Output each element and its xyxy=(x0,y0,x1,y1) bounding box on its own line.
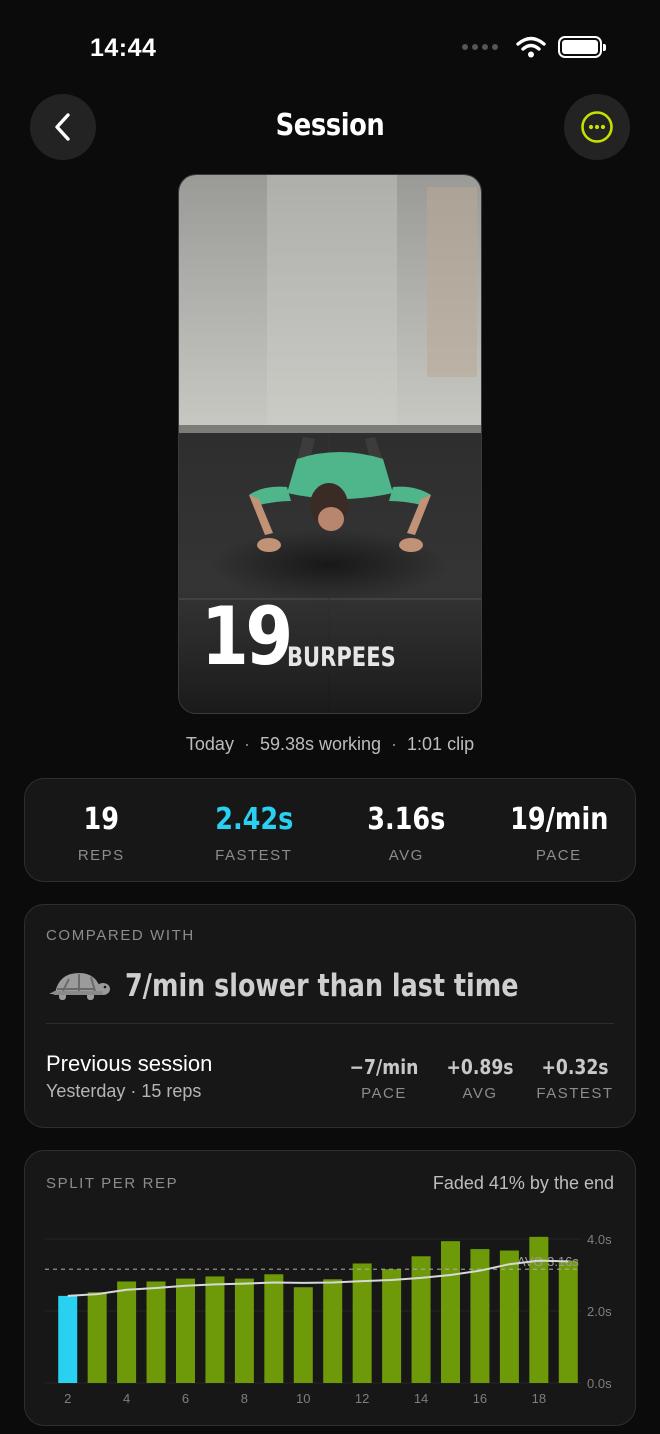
rep-bar xyxy=(117,1281,137,1383)
stat-label: AVG xyxy=(388,847,424,864)
compare-headline: 7/min slower than last time xyxy=(49,967,605,1005)
delta-label: FASTEST xyxy=(536,1085,614,1102)
delta-fastest: +0.32s FASTEST xyxy=(525,1055,625,1102)
delta-value: +0.89s xyxy=(446,1055,514,1079)
stat-value: 19/min xyxy=(509,802,608,837)
cellular-signal-icon xyxy=(462,44,498,50)
previous-session-title: Previous session xyxy=(46,1051,213,1076)
status-bar: 14:44 xyxy=(0,0,660,90)
stat-value: 19 xyxy=(83,802,119,837)
rep-bar xyxy=(205,1276,225,1383)
x-tick-label: 16 xyxy=(473,1391,487,1406)
split-per-rep-chart: 0.0s2.0s4.0sAVG 3.16s2 4 6 8 10 12 14 16 18 xyxy=(45,1232,612,1406)
stat-label: FASTEST xyxy=(215,847,293,864)
x-tick-label: 14 xyxy=(414,1391,428,1406)
x-tick-label: 18 xyxy=(532,1391,546,1406)
y-tick-label: 2.0s xyxy=(587,1304,612,1319)
trend-line xyxy=(67,1259,569,1297)
page-title: Session xyxy=(275,108,385,143)
meta-working: 59.38s working xyxy=(259,734,382,754)
rep-count-overlay: 19 xyxy=(201,590,293,683)
y-tick-label: 4.0s xyxy=(587,1232,612,1247)
x-tick-label: 6 xyxy=(182,1391,189,1406)
rep-bar xyxy=(323,1279,343,1383)
split-chart-card: SPLIT PER REP Faded 41% by the end 0.0s 2… xyxy=(24,1150,636,1426)
rep-bar xyxy=(264,1274,284,1383)
rep-bar xyxy=(176,1278,195,1383)
x-tick-label: 12 xyxy=(355,1391,369,1406)
x-tick-label: 4 xyxy=(123,1391,130,1406)
rep-bar xyxy=(87,1292,107,1383)
fastest-rep-bar xyxy=(58,1295,78,1383)
rep-bar xyxy=(499,1250,519,1383)
delta-value: −7/min xyxy=(349,1055,419,1079)
exercise-name-overlay: BURPEES xyxy=(287,642,396,673)
stat-value: 2.42s xyxy=(214,802,293,837)
rep-bar xyxy=(146,1281,166,1383)
meta-clip: 1:01 clip xyxy=(407,734,475,754)
video-clip[interactable]: 19 BURPEES xyxy=(178,174,482,714)
rep-bar xyxy=(558,1260,578,1383)
rep-bar xyxy=(293,1287,313,1383)
delta-label: AVG xyxy=(462,1085,498,1102)
nav-header: Session xyxy=(0,94,660,160)
stat-fastest: 2.42s FASTEST xyxy=(178,779,331,881)
x-tick-label: 8 xyxy=(241,1391,248,1406)
rep-bar xyxy=(234,1278,254,1383)
stat-pace: 19/min PACE xyxy=(483,779,636,881)
stat-value: 3.16s xyxy=(367,802,446,837)
delta-value: +0.32s xyxy=(541,1055,609,1079)
rep-bar xyxy=(411,1256,431,1383)
more-horizontal-icon xyxy=(581,111,613,143)
more-options-button[interactable] xyxy=(564,94,630,160)
delta-label: PACE xyxy=(361,1085,407,1102)
wifi-icon xyxy=(516,36,546,58)
compare-label: COMPARED WITH xyxy=(46,927,195,944)
delta-pace: −7/min PACE xyxy=(334,1055,434,1102)
status-time: 14:44 xyxy=(90,34,157,62)
status-icons xyxy=(462,36,606,58)
previous-session-subtitle: Yesterday · 15 reps xyxy=(46,1081,202,1101)
stat-label: REPS xyxy=(77,847,125,864)
stat-label: PACE xyxy=(535,847,582,864)
delta-avg: +0.89s AVG xyxy=(430,1055,530,1102)
y-tick-label: 0.0s xyxy=(587,1376,612,1391)
x-tick-label: 10 xyxy=(296,1391,310,1406)
compare-headline-text: 7/min slower than last time xyxy=(125,968,519,1004)
video-meta: Today · 59.38s working · 1:01 clip xyxy=(185,734,475,754)
stat-reps: 19 REPS xyxy=(25,779,178,881)
x-tick-label: 2 xyxy=(64,1391,71,1406)
meta-day: Today xyxy=(185,734,234,754)
turtle-icon xyxy=(49,973,110,1000)
stats-card: 19 REPS 2.42s FASTEST 3.16s AVG 19/min P… xyxy=(24,778,636,882)
comparison-card[interactable]: COMPARED WITH 7/min slower than last tim… xyxy=(24,904,636,1128)
rep-bar xyxy=(441,1241,460,1383)
rep-bar xyxy=(382,1269,402,1383)
battery-icon xyxy=(558,36,606,58)
stat-avg: 3.16s AVG xyxy=(330,779,483,881)
divider xyxy=(46,1023,614,1024)
